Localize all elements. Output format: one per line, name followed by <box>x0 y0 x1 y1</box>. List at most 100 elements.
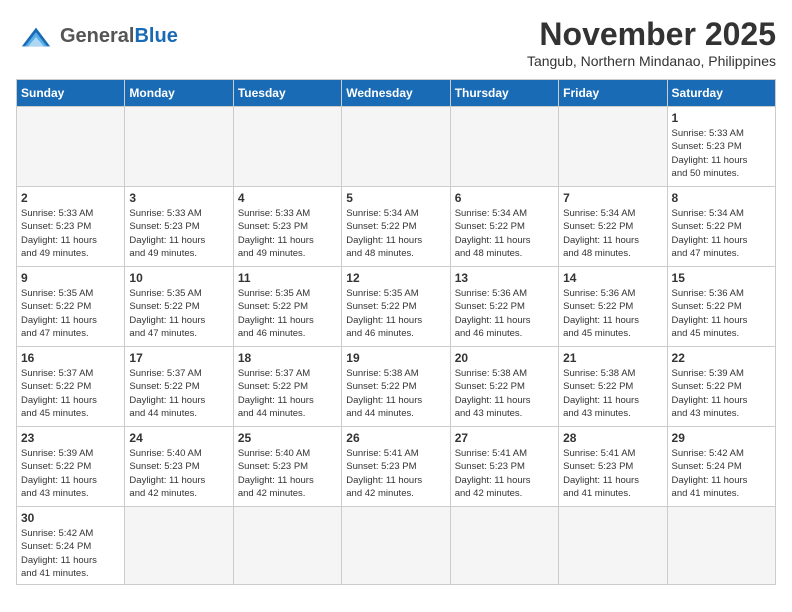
calendar-cell: 20 Sunrise: 5:38 AM Sunset: 5:22 PM Dayli… <box>450 347 558 427</box>
calendar-cell: 9 Sunrise: 5:35 AM Sunset: 5:22 PM Daylig… <box>17 267 125 347</box>
calendar-cell: 30Sunrise: 5:42 AM Sunset: 5:24 PM Dayli… <box>17 507 125 585</box>
calendar-table: SundayMondayTuesdayWednesdayThursdayFrid… <box>16 79 776 585</box>
day-number: 20 <box>455 351 554 365</box>
day-info: Sunrise: 5:34 AM Sunset: 5:22 PM Dayligh… <box>563 207 662 260</box>
day-number: 17 <box>129 351 228 365</box>
day-number: 11 <box>238 271 337 285</box>
day-number: 12 <box>346 271 445 285</box>
calendar-cell: 7Sunrise: 5:34 AM Sunset: 5:22 PM Daylig… <box>559 187 667 267</box>
day-number: 23 <box>21 431 120 445</box>
day-number: 14 <box>563 271 662 285</box>
calendar-cell: 19Sunrise: 5:38 AM Sunset: 5:22 PM Dayli… <box>342 347 450 427</box>
calendar-cell <box>233 107 341 187</box>
calendar-cell: 23Sunrise: 5:39 AM Sunset: 5:22 PM Dayli… <box>17 427 125 507</box>
calendar-cell: 3 Sunrise: 5:33 AM Sunset: 5:23 PM Daylig… <box>125 187 233 267</box>
day-info: Sunrise: 5:36 AM Sunset: 5:22 PM Dayligh… <box>455 287 554 340</box>
page-subtitle: Tangub, Northern Mindanao, Philippines <box>527 53 776 69</box>
logo: GeneralBlue <box>16 24 178 48</box>
weekday-header: Monday <box>125 80 233 107</box>
day-info: Sunrise: 5:33 AM Sunset: 5:23 PM Dayligh… <box>238 207 337 260</box>
weekday-header: Sunday <box>17 80 125 107</box>
day-info: Sunrise: 5:40 AM Sunset: 5:23 PM Dayligh… <box>238 447 337 500</box>
day-info: Sunrise: 5:35 AM Sunset: 5:22 PM Dayligh… <box>129 287 228 340</box>
calendar-cell: 13Sunrise: 5:36 AM Sunset: 5:22 PM Dayli… <box>450 267 558 347</box>
calendar-cell <box>667 507 775 585</box>
day-number: 3 <box>129 191 228 205</box>
day-info: Sunrise: 5:40 AM Sunset: 5:23 PM Dayligh… <box>129 447 228 500</box>
day-info: Sunrise: 5:37 AM Sunset: 5:22 PM Dayligh… <box>238 367 337 420</box>
calendar-cell: 4Sunrise: 5:33 AM Sunset: 5:23 PM Daylig… <box>233 187 341 267</box>
calendar-cell <box>125 507 233 585</box>
logo-text: GeneralBlue <box>60 25 178 48</box>
calendar-cell <box>559 507 667 585</box>
day-info: Sunrise: 5:42 AM Sunset: 5:24 PM Dayligh… <box>21 527 120 580</box>
calendar-cell <box>125 107 233 187</box>
day-info: Sunrise: 5:35 AM Sunset: 5:22 PM Dayligh… <box>346 287 445 340</box>
calendar-cell: 15 Sunrise: 5:36 AM Sunset: 5:22 PM Dayli… <box>667 267 775 347</box>
day-number: 24 <box>129 431 228 445</box>
day-info: Sunrise: 5:35 AM Sunset: 5:22 PM Dayligh… <box>21 287 120 340</box>
weekday-header: Wednesday <box>342 80 450 107</box>
weekday-header: Thursday <box>450 80 558 107</box>
calendar-cell <box>17 107 125 187</box>
day-info: Sunrise: 5:39 AM Sunset: 5:22 PM Dayligh… <box>672 367 771 420</box>
day-info: Sunrise: 5:38 AM Sunset: 5:22 PM Dayligh… <box>455 367 554 420</box>
logo-icon <box>16 26 56 48</box>
calendar-cell: 1Sunrise: 5:33 AM Sunset: 5:23 PM Daylig… <box>667 107 775 187</box>
calendar-week-row: 23Sunrise: 5:39 AM Sunset: 5:22 PM Dayli… <box>17 427 776 507</box>
calendar-cell: 28Sunrise: 5:41 AM Sunset: 5:23 PM Dayli… <box>559 427 667 507</box>
day-info: Sunrise: 5:36 AM Sunset: 5:22 PM Dayligh… <box>672 287 771 340</box>
day-info: Sunrise: 5:33 AM Sunset: 5:23 PM Dayligh… <box>129 207 228 260</box>
calendar-cell: 22 Sunrise: 5:39 AM Sunset: 5:22 PM Dayli… <box>667 347 775 427</box>
day-number: 9 <box>21 271 120 285</box>
day-info: Sunrise: 5:35 AM Sunset: 5:22 PM Dayligh… <box>238 287 337 340</box>
day-number: 15 <box>672 271 771 285</box>
calendar-cell: 10 Sunrise: 5:35 AM Sunset: 5:22 PM Dayli… <box>125 267 233 347</box>
calendar-cell: 24 Sunrise: 5:40 AM Sunset: 5:23 PM Dayli… <box>125 427 233 507</box>
calendar-cell: 18 Sunrise: 5:37 AM Sunset: 5:22 PM Dayli… <box>233 347 341 427</box>
calendar-week-row: 9 Sunrise: 5:35 AM Sunset: 5:22 PM Daylig… <box>17 267 776 347</box>
page-title: November 2025 <box>527 16 776 53</box>
calendar-cell <box>559 107 667 187</box>
day-info: Sunrise: 5:41 AM Sunset: 5:23 PM Dayligh… <box>455 447 554 500</box>
day-number: 8 <box>672 191 771 205</box>
calendar-week-row: 1Sunrise: 5:33 AM Sunset: 5:23 PM Daylig… <box>17 107 776 187</box>
day-info: Sunrise: 5:38 AM Sunset: 5:22 PM Dayligh… <box>563 367 662 420</box>
day-info: Sunrise: 5:42 AM Sunset: 5:24 PM Dayligh… <box>672 447 771 500</box>
calendar-cell: 21Sunrise: 5:38 AM Sunset: 5:22 PM Dayli… <box>559 347 667 427</box>
day-info: Sunrise: 5:37 AM Sunset: 5:22 PM Dayligh… <box>21 367 120 420</box>
calendar-week-row: 2 Sunrise: 5:33 AM Sunset: 5:23 PM Daylig… <box>17 187 776 267</box>
day-number: 25 <box>238 431 337 445</box>
day-number: 18 <box>238 351 337 365</box>
calendar-cell <box>233 507 341 585</box>
day-number: 27 <box>455 431 554 445</box>
calendar-header-row: SundayMondayTuesdayWednesdayThursdayFrid… <box>17 80 776 107</box>
day-info: Sunrise: 5:34 AM Sunset: 5:22 PM Dayligh… <box>672 207 771 260</box>
day-number: 2 <box>21 191 120 205</box>
weekday-header: Tuesday <box>233 80 341 107</box>
day-number: 28 <box>563 431 662 445</box>
calendar-cell: 11 Sunrise: 5:35 AM Sunset: 5:22 PM Dayli… <box>233 267 341 347</box>
calendar-cell: 5 Sunrise: 5:34 AM Sunset: 5:22 PM Daylig… <box>342 187 450 267</box>
weekday-header: Friday <box>559 80 667 107</box>
calendar-cell: 8 Sunrise: 5:34 AM Sunset: 5:22 PM Daylig… <box>667 187 775 267</box>
calendar-cell <box>450 107 558 187</box>
day-number: 29 <box>672 431 771 445</box>
day-number: 5 <box>346 191 445 205</box>
day-number: 10 <box>129 271 228 285</box>
calendar-cell: 25 Sunrise: 5:40 AM Sunset: 5:23 PM Dayli… <box>233 427 341 507</box>
day-info: Sunrise: 5:37 AM Sunset: 5:22 PM Dayligh… <box>129 367 228 420</box>
day-info: Sunrise: 5:34 AM Sunset: 5:22 PM Dayligh… <box>346 207 445 260</box>
day-info: Sunrise: 5:38 AM Sunset: 5:22 PM Dayligh… <box>346 367 445 420</box>
calendar-cell: 2 Sunrise: 5:33 AM Sunset: 5:23 PM Daylig… <box>17 187 125 267</box>
calendar-cell <box>342 507 450 585</box>
day-number: 22 <box>672 351 771 365</box>
calendar-cell: 17 Sunrise: 5:37 AM Sunset: 5:22 PM Dayli… <box>125 347 233 427</box>
page-header: GeneralBlue November 2025 Tangub, Northe… <box>16 16 776 69</box>
day-info: Sunrise: 5:34 AM Sunset: 5:22 PM Dayligh… <box>455 207 554 260</box>
calendar-cell <box>342 107 450 187</box>
day-info: Sunrise: 5:33 AM Sunset: 5:23 PM Dayligh… <box>21 207 120 260</box>
weekday-header: Saturday <box>667 80 775 107</box>
day-number: 26 <box>346 431 445 445</box>
title-block: November 2025 Tangub, Northern Mindanao,… <box>527 16 776 69</box>
